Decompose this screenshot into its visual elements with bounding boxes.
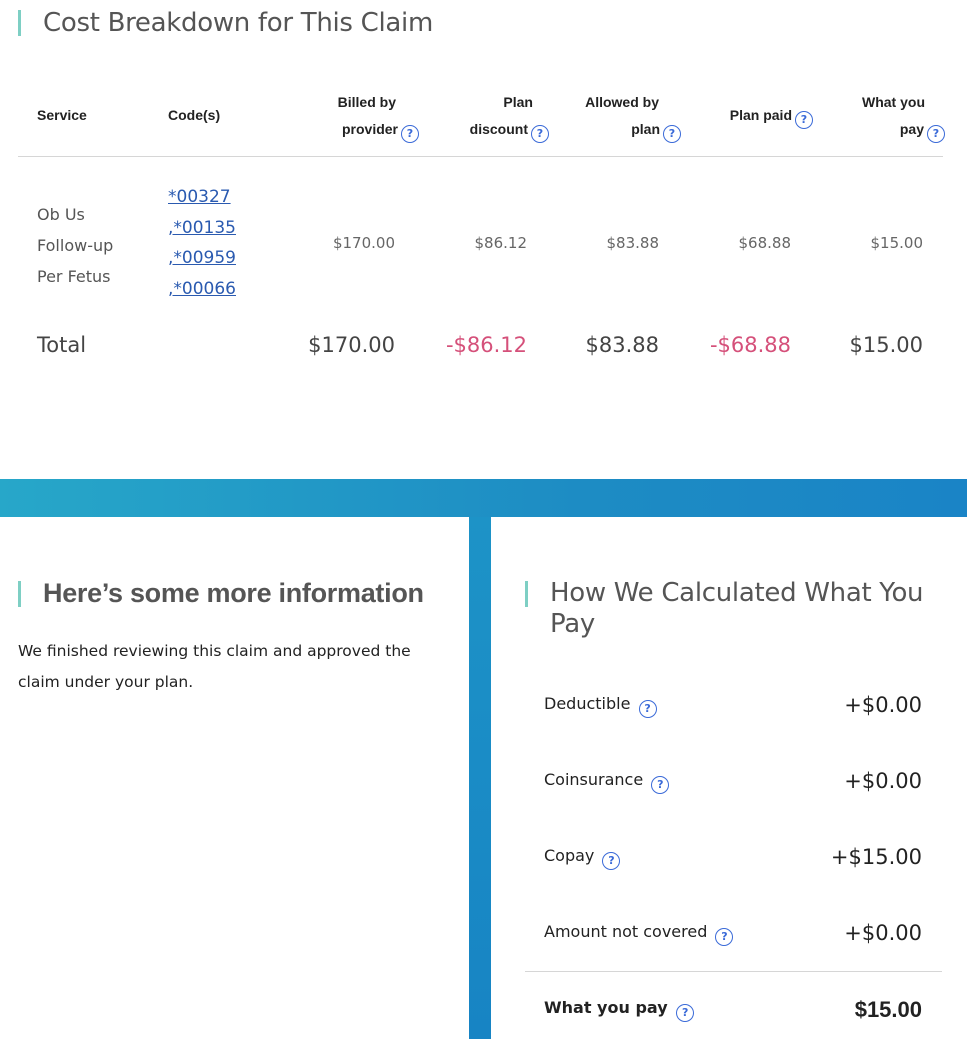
calc-label-text: Copay [544,846,595,865]
total-row: Total $170.00 -$86.12 $83.88 -$68.88 $15… [18,327,943,397]
calc-label: Deductible ? [544,694,657,718]
calc-label: Copay ? [544,846,621,870]
calc-value: +$0.00 [844,769,922,793]
calc-label: Coinsurance ? [544,770,670,794]
calc-row-total: What you pay ? $15.00 [525,972,942,1039]
header-allowed: Allowed by plan? [541,89,681,143]
header-you-pay-line1: What you [862,94,925,110]
calc-label-text: Coinsurance [544,770,644,789]
code-link[interactable]: *00327 [168,182,248,213]
calc-total-value: $15.00 [854,997,922,1022]
calc-label-text: Deductible [544,694,631,713]
help-icon[interactable]: ? [715,927,734,946]
header-allowed-line2: plan? [541,116,681,143]
calc-label: Amount not covered ? [544,922,734,946]
calculation-title: How We Calculated What You Pay [550,578,924,639]
calculation-list: Deductible ? +$0.00 Coinsurance ? +$0.00… [525,668,942,1039]
heading-accent-bar [18,580,21,607]
allowed-amount: $83.88 [606,234,660,252]
calc-row-copay: Copay ? +$15.00 [525,820,942,896]
section-divider-band [0,479,967,517]
cost-breakdown-table: Service Code(s) Billed by provider? Plan… [18,82,945,397]
discount-amount: $86.12 [474,234,528,252]
header-billed-line2: provider? [279,116,419,143]
table-header: Service Code(s) Billed by provider? Plan… [18,82,945,157]
table-row: Ob Us Follow-up Per Fetus *00327 ,*00135… [18,157,943,327]
plan-paid-amount: $68.88 [738,234,792,252]
total-discount: -$86.12 [445,333,527,357]
service-name: Ob Us Follow-up Per Fetus [37,199,147,292]
calc-row-not-covered: Amount not covered ? +$0.00 [525,896,942,972]
heading-accent-bar [525,581,528,607]
header-you-pay-line2: pay? [805,116,945,143]
header-discount-text: discount [469,121,528,137]
heading-accent-bar [18,10,21,36]
header-billed: Billed by provider? [279,89,419,143]
header-billed-line1: Billed by [337,94,396,110]
calc-value: +$0.00 [844,921,922,945]
calc-label-text: Amount not covered [544,922,708,941]
header-allowed-line1: Allowed by [585,94,659,110]
calculation-header: How We Calculated What You Pay [525,578,945,640]
calc-total-label: What you pay ? [544,998,695,1022]
help-icon[interactable]: ? [676,1003,695,1022]
help-icon[interactable]: ? [927,124,945,143]
header-plan-paid: Plan paid? [673,102,813,129]
more-info-text: We finished reviewing this claim and app… [18,642,411,691]
billed-amount: $170.00 [332,234,395,252]
header-service: Service [37,107,87,123]
cost-breakdown-header: Cost Breakdown for This Claim [18,6,433,40]
you-pay-amount: $15.00 [870,234,924,252]
header-discount: Plan discount? [409,89,549,143]
header-allowed-text: plan [631,121,660,137]
header-discount-line2: discount? [409,116,549,143]
code-link[interactable]: ,*00959 [168,243,248,274]
calc-value: +$15.00 [830,845,922,869]
service-line: Ob Us [37,205,85,224]
calc-value: +$0.00 [844,693,922,717]
code-link[interactable]: ,*00066 [168,274,248,305]
more-info-header: Here’s some more information [18,578,424,609]
calc-row-deductible: Deductible ? +$0.00 [525,668,942,744]
total-you-pay: $15.00 [849,333,923,357]
header-you-pay: What you pay? [805,89,945,143]
header-codes: Code(s) [168,107,221,123]
code-link[interactable]: ,*00135 [168,213,248,244]
total-billed: $170.00 [308,333,395,357]
total-label: Total [37,333,87,357]
help-icon[interactable]: ? [651,775,670,794]
header-plan-paid-text: Plan paid [729,107,792,123]
header-billed-text: provider [341,121,398,137]
help-icon[interactable]: ? [602,851,621,870]
header-you-pay-text: pay [899,121,924,137]
column-divider [469,517,491,1039]
service-line: Follow-up [37,236,114,255]
calc-row-coinsurance: Coinsurance ? +$0.00 [525,744,942,820]
service-line: Per Fetus [37,267,111,286]
total-plan-paid: -$68.88 [709,333,791,357]
cost-breakdown-title: Cost Breakdown for This Claim [43,8,433,38]
calc-total-label-text: What you pay [544,998,668,1017]
service-codes: *00327 ,*00135 ,*00959 ,*00066 [168,182,248,304]
header-discount-line1: Plan [503,94,533,110]
help-icon[interactable]: ? [638,699,657,718]
total-allowed: $83.88 [585,333,659,357]
more-info-title: Here’s some more information [43,578,424,608]
